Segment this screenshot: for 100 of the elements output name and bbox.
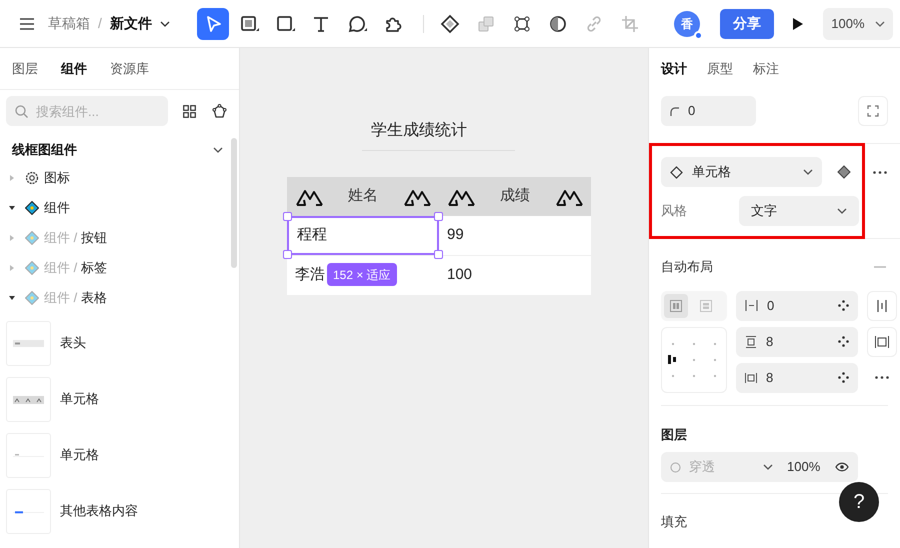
chevron-down-icon	[874, 20, 885, 26]
crop-icon	[620, 14, 640, 34]
chevron-down-icon[interactable]	[213, 146, 223, 153]
panel-tab[interactable]: 设计	[661, 59, 687, 79]
circle-icon	[670, 462, 681, 472]
rows-icon	[700, 300, 712, 312]
caret-down-icon[interactable]	[9, 294, 15, 300]
horizontal-padding-icon	[745, 372, 757, 384]
table-cell[interactable]: 100	[439, 256, 591, 295]
user-avatar[interactable]: 香	[674, 10, 700, 36]
gap-field[interactable]: 0	[736, 290, 858, 320]
diamond-icon	[670, 166, 683, 178]
corner-radius-icon	[670, 106, 679, 116]
column-title: 姓名	[348, 186, 378, 206]
table-cell[interactable]: 程程	[287, 216, 439, 255]
file-name-dropdown[interactable]: 新文件	[110, 13, 170, 34]
grid-view-button[interactable]	[181, 103, 197, 119]
scrollbar-thumb[interactable]	[231, 138, 237, 268]
move-dots-icon	[838, 372, 849, 383]
corners-icon	[867, 105, 879, 117]
panel-tab[interactable]: 原型	[707, 59, 733, 79]
component-thumbnail[interactable]	[6, 488, 51, 534]
search-icon	[15, 105, 28, 118]
tree-item-label[interactable]: 标签	[81, 258, 108, 278]
panel-tab[interactable]: 组件	[61, 58, 87, 78]
caret-down-icon[interactable]	[9, 204, 15, 210]
move-dots-icon	[838, 300, 849, 311]
component-name[interactable]: 其他表格内容	[60, 501, 138, 521]
group-path: 组件 /	[44, 228, 78, 247]
go-to-main-component-button[interactable]	[836, 164, 852, 180]
overlap-squares-icon	[476, 14, 496, 34]
align-left-icon[interactable]	[668, 355, 678, 364]
more-icon	[873, 170, 888, 174]
speech-bubble-icon	[346, 14, 367, 34]
move-dots-icon	[838, 336, 849, 347]
diamond-icon	[837, 165, 852, 179]
section-title: 自动布局	[661, 258, 713, 276]
panel-tab[interactable]: 标注	[753, 59, 779, 79]
diamond-icon	[25, 260, 39, 274]
independent-corners-button[interactable]	[858, 96, 888, 126]
vertical-padding-icon	[745, 336, 757, 348]
diamond-icon	[25, 230, 39, 244]
zoom-dropdown[interactable]: 100%	[822, 8, 893, 40]
group-path: 组件 /	[44, 258, 78, 277]
corner-radius-field[interactable]: 0	[661, 96, 756, 126]
component-dropdown[interactable]: 单元格	[661, 157, 822, 187]
search-field[interactable]: 搜索组件...	[6, 96, 168, 126]
diamond-icon	[25, 290, 39, 304]
chevron-down-icon	[763, 464, 773, 470]
minus-icon	[874, 266, 886, 268]
menu-button[interactable]	[19, 16, 35, 32]
more-icon	[875, 376, 889, 379]
padding-icon	[875, 336, 889, 348]
resize-handle[interactable]	[434, 250, 443, 259]
style-label: 风格	[661, 202, 688, 220]
cluster-icon	[212, 104, 226, 118]
resize-handle[interactable]	[283, 250, 292, 259]
library-button[interactable]	[211, 103, 227, 119]
chevron-down-icon	[160, 20, 170, 26]
panel-tab[interactable]: 图层	[12, 58, 38, 78]
tree-item-label[interactable]: 组件	[44, 198, 70, 218]
grid-icon	[182, 104, 196, 118]
breadcrumb-separator: /	[98, 14, 102, 33]
folder-link[interactable]: 草稿箱	[48, 13, 90, 34]
tree-item-label[interactable]: 表格	[81, 288, 108, 308]
opacity-value[interactable]: 100%	[787, 457, 835, 477]
share-button[interactable]: 分享	[720, 8, 774, 38]
tree-item-label[interactable]: 按钮	[81, 228, 108, 248]
panel-tab[interactable]: 资源库	[110, 58, 149, 78]
component-name[interactable]: 表头	[60, 333, 86, 353]
canvas-title: 学生成绩统计	[362, 112, 515, 151]
horizontal-layout-option[interactable]	[664, 294, 688, 318]
table-cell[interactable]: 99	[439, 216, 591, 255]
component-thumbnail[interactable]	[6, 432, 51, 478]
horizontal-padding-field[interactable]: 8	[736, 362, 858, 392]
component-name[interactable]: 单元格	[60, 445, 99, 465]
chevron-down-icon	[803, 169, 814, 175]
help-button[interactable]: ?	[839, 482, 879, 522]
group-path: 组件 /	[44, 288, 78, 307]
resize-handle[interactable]	[434, 212, 443, 221]
select-tool[interactable]	[196, 8, 229, 40]
half-circle-icon	[548, 14, 568, 34]
eye-icon[interactable]	[835, 462, 849, 472]
vertical-padding-field[interactable]: 8	[736, 326, 858, 356]
component-thumbnail[interactable]	[6, 320, 51, 366]
tree-item-label[interactable]: 图标	[44, 168, 70, 188]
distribute-icon	[877, 300, 887, 312]
diamond-icon	[440, 14, 460, 34]
style-dropdown[interactable]: 文字	[739, 196, 859, 226]
column-title: 成绩	[500, 186, 530, 206]
component-thumbnail[interactable]	[6, 376, 51, 422]
padding-mode-button[interactable]	[867, 326, 897, 356]
resize-handle[interactable]	[283, 212, 292, 221]
direction-toggle[interactable]	[661, 290, 727, 320]
distribute-button[interactable]	[867, 290, 897, 320]
component-name[interactable]: 单元格	[60, 389, 99, 409]
section-title: 图层	[660, 426, 688, 444]
menu-icon	[20, 18, 34, 30]
gear-icon	[25, 170, 39, 184]
gap-icon	[745, 300, 758, 311]
